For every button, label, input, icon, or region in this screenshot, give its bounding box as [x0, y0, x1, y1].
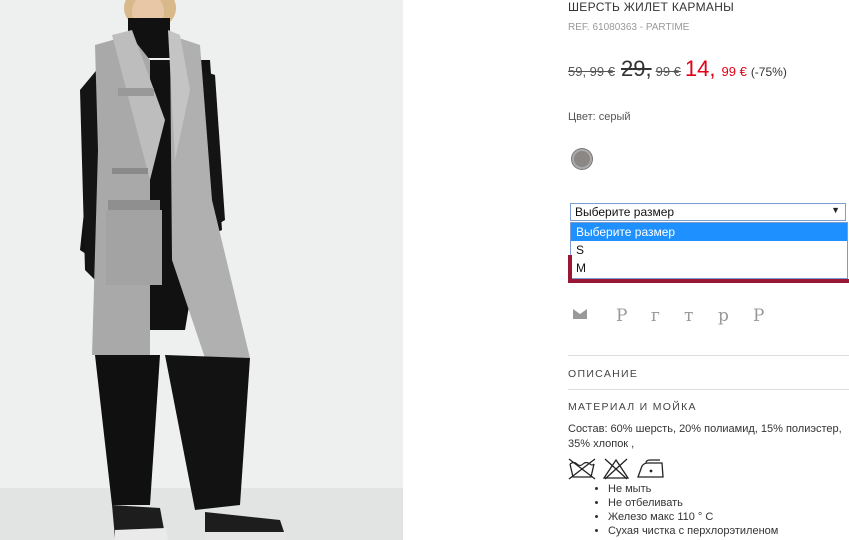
description-heading[interactable]: ОПИСАНИЕ	[568, 368, 638, 380]
list-item: Не отбеливать	[608, 496, 778, 510]
chevron-down-icon[interactable]: ▼	[831, 205, 840, 215]
reddit-icon[interactable]: р	[718, 306, 729, 326]
product-info: ШЕРСТЬ ЖИЛЕТ КАРМАНЫ REF. 61080363 - PAR…	[568, 0, 849, 540]
care-list: Не мыть Не отбеливать Железо макс 110 ° …	[586, 482, 778, 538]
discount-badge: (-75%)	[750, 65, 787, 79]
pinterest-alt-icon[interactable]: Р	[753, 306, 764, 326]
share-bar: P г т р Р	[568, 306, 849, 330]
no-wash-icon	[568, 458, 596, 480]
care-icons	[568, 458, 678, 482]
product-ref: REF. 61080363 - PARTIME	[568, 22, 690, 33]
size-option-s[interactable]: S	[571, 241, 847, 259]
google-plus-icon[interactable]: г	[651, 306, 660, 326]
price-original: 59, 99 €	[568, 64, 615, 79]
size-option-placeholder[interactable]: Выберите размер	[571, 223, 847, 241]
pinterest-icon[interactable]: P	[616, 306, 627, 326]
twitter-icon[interactable]: т	[684, 306, 693, 326]
price-previous-dec: 99 €	[655, 64, 681, 79]
size-select[interactable]: Выберите размер ▼	[570, 203, 846, 221]
add-to-cart-button[interactable]	[568, 279, 849, 283]
color-swatch-grey[interactable]	[572, 149, 592, 169]
price-sale-dec: 99 €	[721, 64, 747, 79]
divider	[568, 389, 849, 390]
size-dropdown: Выберите размер S M	[570, 222, 848, 279]
no-bleach-icon	[602, 458, 630, 480]
add-to-cart-button-edge[interactable]	[568, 255, 572, 281]
list-item: Железо макс 110 ° C	[608, 510, 778, 524]
list-item: Не мыть	[608, 482, 778, 496]
materials-heading[interactable]: МАТЕРИАЛ И МОЙКА	[568, 401, 697, 413]
iron-icon	[637, 459, 664, 478]
composition-text: Состав: 60% шерсть, 20% полиамид, 15% по…	[568, 423, 842, 450]
price-previous-int: 29,	[621, 56, 652, 81]
divider	[568, 355, 849, 356]
size-select-value: Выберите размер	[575, 205, 675, 219]
list-item: Сухая чистка с перхлорэтиленом	[608, 524, 778, 538]
price-sale-int: 14,	[684, 56, 716, 81]
size-option-m[interactable]: M	[571, 259, 847, 277]
price-block: 59, 99 €29, 99 €14, 99 € (-75%)	[568, 56, 787, 82]
model-figure	[80, 0, 286, 540]
color-label: Цвет: серый	[568, 111, 631, 123]
product-photo[interactable]	[0, 0, 403, 540]
product-title: ШЕРСТЬ ЖИЛЕТ КАРМАНЫ	[568, 0, 735, 14]
